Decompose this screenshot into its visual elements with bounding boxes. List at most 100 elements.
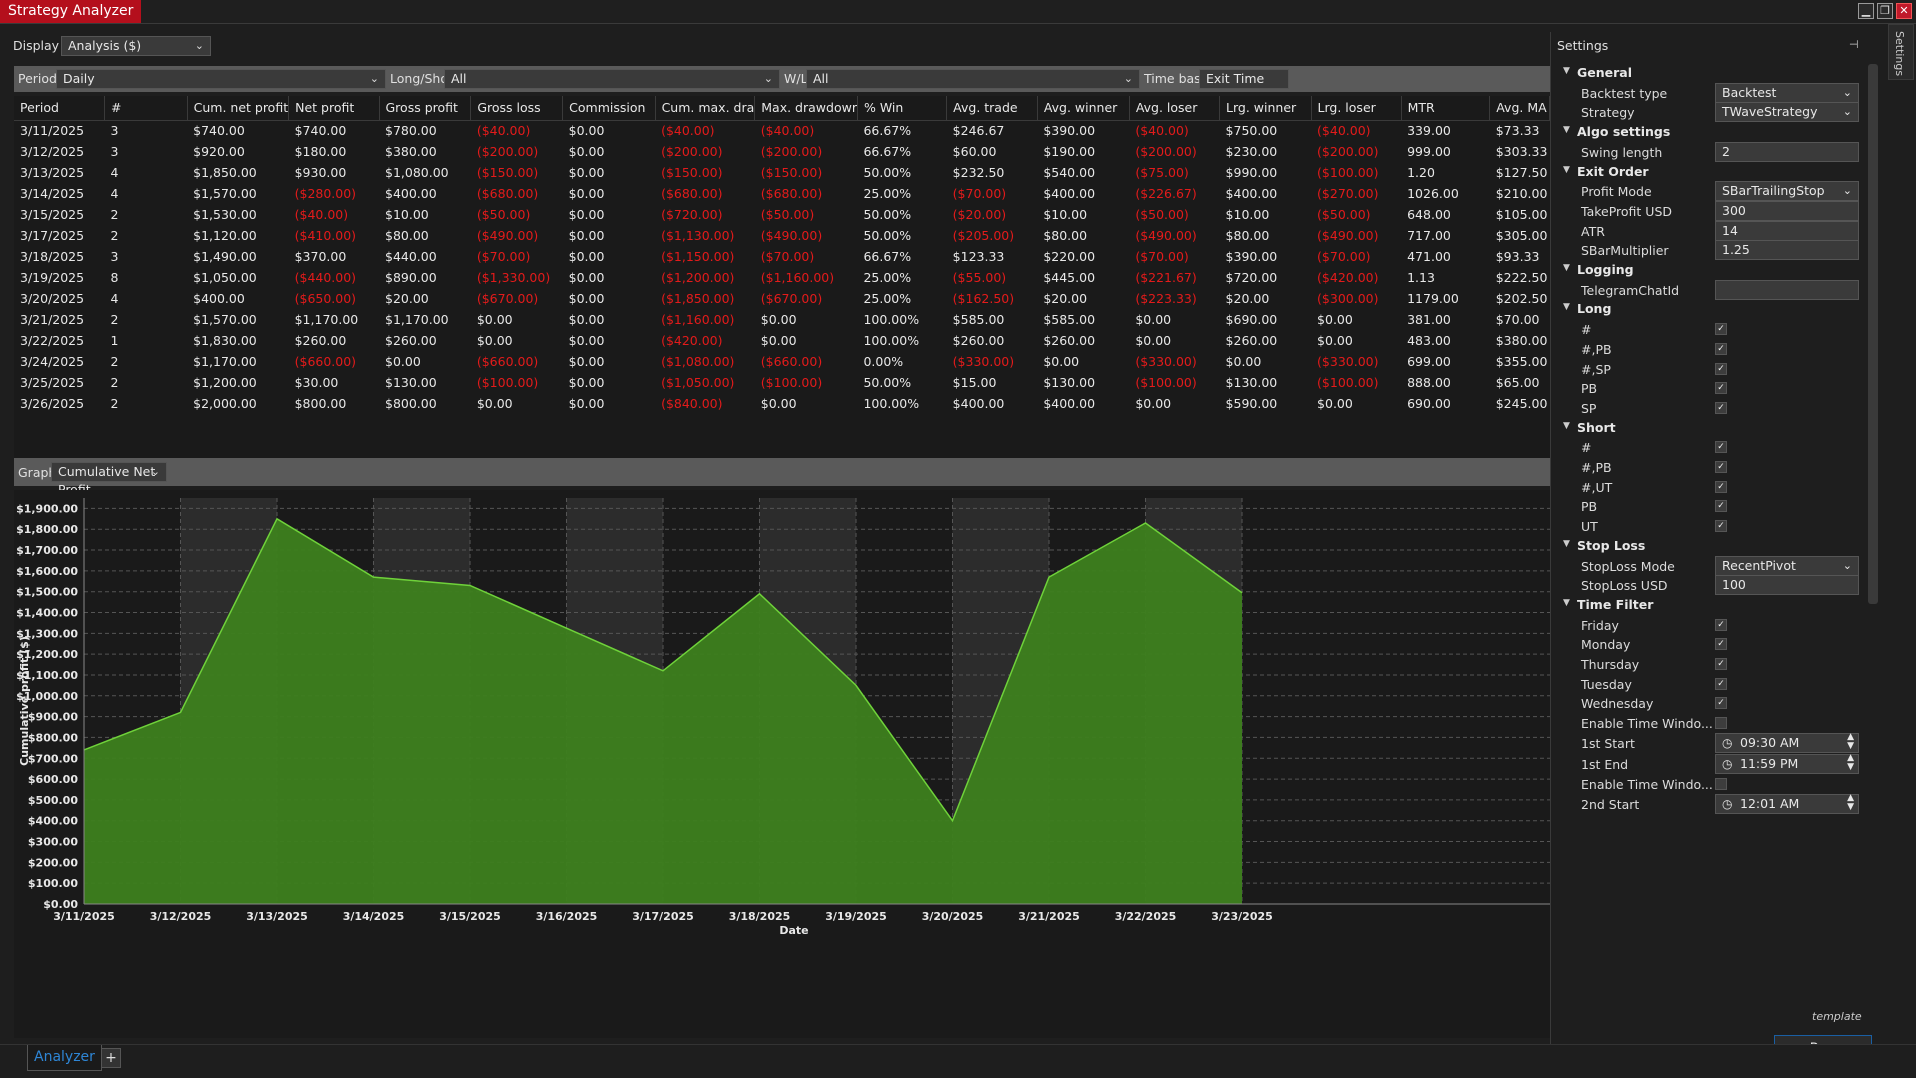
column-header[interactable]: #: [104, 96, 188, 121]
column-header[interactable]: Avg. loser: [1129, 96, 1221, 121]
table-cell: ($1,160.00): [760, 270, 835, 285]
collapse-triangle-icon[interactable]: ▼: [1563, 165, 1570, 175]
table-cell: ($50.00): [1317, 207, 1371, 222]
table-row[interactable]: 3/22/2025 1 $1,830.00 $260.00 $260.00 $0.00 $0…: [14, 330, 1550, 351]
column-header[interactable]: Lrg. loser: [1311, 96, 1402, 121]
table-row[interactable]: 3/26/2025 2 $2,000.00 $800.00 $800.00 $0.00 $0…: [14, 393, 1550, 414]
table-row[interactable]: 3/12/2025 3 $920.00 $180.00 $380.00 ($200.00)…: [14, 141, 1550, 162]
column-header[interactable]: MTR: [1401, 96, 1491, 121]
settings-scroll-thumb[interactable]: [1868, 64, 1878, 604]
property-checkbox[interactable]: ✓: [1715, 382, 1727, 395]
table-row[interactable]: 3/24/2025 2 $1,170.00 ($660.00) $0.00 ($660.0…: [14, 351, 1550, 372]
table-cell: $0.00: [476, 396, 513, 411]
property-select[interactable]: RecentPivot ⌄: [1715, 555, 1859, 576]
column-header[interactable]: Cum. net profit: [187, 96, 290, 121]
column-header[interactable]: Avg. MA: [1489, 96, 1550, 121]
property-checkbox[interactable]: [1715, 717, 1727, 730]
collapse-triangle-icon[interactable]: ▼: [1563, 125, 1570, 135]
property-checkbox[interactable]: ✓: [1715, 638, 1727, 651]
collapse-triangle-icon[interactable]: ▼: [1563, 263, 1570, 273]
table-row[interactable]: 3/14/2025 4 $1,570.00 ($280.00) $400.00 ($680…: [14, 183, 1550, 204]
column-header[interactable]: Gross loss: [470, 96, 564, 121]
table-row[interactable]: 3/20/2025 4 $400.00 ($650.00) $20.00 ($670.00…: [14, 288, 1550, 309]
longshort-select[interactable]: All ⌄: [444, 69, 780, 89]
property-time-picker[interactable]: ◷ 11:59 PM ▲ ▼: [1715, 753, 1859, 774]
property-checkbox[interactable]: ✓: [1715, 461, 1727, 473]
property-input[interactable]: 300: [1715, 200, 1859, 221]
property-checkbox[interactable]: ✓: [1715, 697, 1727, 710]
property-checkbox[interactable]: ✓: [1715, 480, 1727, 493]
property-checkbox[interactable]: [1715, 778, 1727, 791]
property-select[interactable]: SBarTrailingStop ⌄: [1715, 181, 1859, 202]
property-input[interactable]: [1715, 279, 1859, 300]
column-header[interactable]: % Win: [857, 96, 948, 121]
table-cell: 381.00: [1407, 312, 1451, 327]
property-time-picker[interactable]: ◷ 09:30 AM ▲ ▼: [1715, 732, 1859, 753]
table-row[interactable]: 3/25/2025 2 $1,200.00 $30.00 $130.00 ($100.00…: [14, 372, 1550, 393]
spinner-icon[interactable]: ▲ ▼: [1847, 794, 1854, 812]
property-checkbox[interactable]: ✓: [1715, 362, 1727, 375]
add-tab-button[interactable]: +: [101, 1048, 121, 1068]
table-cell: ($70.00): [1135, 249, 1189, 264]
wl-select[interactable]: All ⌄: [806, 69, 1140, 89]
collapse-triangle-icon[interactable]: ▼: [1563, 598, 1570, 608]
pin-icon[interactable]: ⊣: [1849, 38, 1859, 51]
table-row[interactable]: 3/17/2025 2 $1,120.00 ($410.00) $80.00 ($490.…: [14, 225, 1550, 246]
property-input[interactable]: 14: [1715, 220, 1859, 241]
property-checkbox[interactable]: ✓: [1715, 658, 1727, 670]
column-header[interactable]: Commission: [562, 96, 656, 121]
property-input[interactable]: 2: [1715, 141, 1859, 162]
table-cell: $0.00: [760, 312, 797, 327]
collapse-triangle-icon[interactable]: ▼: [1563, 66, 1570, 76]
table-row[interactable]: 3/13/2025 4 $1,850.00 $930.00 $1,080.00 ($150…: [14, 162, 1550, 183]
collapse-triangle-icon[interactable]: ▼: [1563, 302, 1570, 312]
column-header[interactable]: Net profit: [288, 96, 380, 121]
table-row[interactable]: 3/15/2025 2 $1,530.00 ($40.00) $10.00 ($50.00…: [14, 204, 1550, 225]
results-grid[interactable]: Period # Cum. net profit Net profit Gross pr…: [14, 96, 1550, 476]
collapse-triangle-icon[interactable]: ▼: [1563, 539, 1570, 549]
column-header[interactable]: Cum. max. dra: [655, 96, 756, 121]
column-header[interactable]: Avg. winner: [1037, 96, 1130, 121]
column-header[interactable]: Lrg. winner: [1219, 96, 1312, 121]
spinner-icon[interactable]: ▲ ▼: [1847, 753, 1854, 772]
display-select[interactable]: Analysis ($) ⌄: [61, 36, 211, 56]
template-link[interactable]: template: [1812, 1010, 1862, 1023]
timebase-select[interactable]: Exit Time: [1199, 69, 1289, 89]
property-checkbox[interactable]: ✓: [1715, 677, 1727, 690]
table-cell: 471.00: [1407, 249, 1451, 264]
table-row[interactable]: 3/19/2025 8 $1,050.00 ($440.00) $890.00 ($1,3…: [14, 267, 1550, 288]
table-cell: $10.00: [385, 207, 429, 222]
table-row[interactable]: 3/11/2025 3 $740.00 $740.00 $780.00 ($40.00) $…: [14, 120, 1550, 141]
column-header[interactable]: Max. drawdowr: [754, 96, 858, 121]
table-cell: $400.00: [193, 291, 245, 306]
settings-side-tab[interactable]: Settings: [1888, 24, 1914, 80]
column-header[interactable]: Avg. trade: [946, 96, 1038, 121]
table-row[interactable]: 3/21/2025 2 $1,570.00 $1,170.00 $1,170.00 $0.…: [14, 309, 1550, 330]
graph-select[interactable]: Cumulative Net Profit⌄: [51, 462, 167, 497]
property-input[interactable]: 100: [1715, 575, 1859, 596]
property-checkbox[interactable]: ✓: [1715, 618, 1727, 631]
property-input[interactable]: 1.25: [1715, 240, 1859, 261]
property-select[interactable]: Backtest ⌄: [1715, 82, 1859, 103]
property-checkbox[interactable]: ✓: [1715, 323, 1727, 336]
tab-analyzer[interactable]: Analyzer: [27, 1045, 102, 1071]
property-checkbox[interactable]: ✓: [1715, 500, 1727, 513]
property-checkbox[interactable]: ✓: [1715, 401, 1727, 414]
property-checkbox[interactable]: ✓: [1715, 520, 1727, 533]
column-header[interactable]: Period: [14, 96, 105, 121]
table-row[interactable]: 3/18/2025 3 $1,490.00 $370.00 $440.00 ($70.00…: [14, 246, 1550, 267]
table-cell: $2,000.00: [193, 396, 257, 411]
close-icon[interactable]: ✕: [1896, 3, 1912, 19]
table-cell: ($70.00): [952, 186, 1007, 201]
property-select[interactable]: TWaveStrategy ⌄: [1715, 102, 1859, 123]
restore-icon[interactable]: ❐: [1877, 3, 1893, 19]
collapse-triangle-icon[interactable]: ▼: [1563, 421, 1570, 431]
period-select[interactable]: Daily ⌄: [56, 69, 386, 89]
column-header[interactable]: Gross profit: [379, 96, 472, 121]
table-cell: ($660.00): [294, 354, 357, 369]
property-time-picker[interactable]: ◷ 12:01 AM ▲ ▼: [1715, 794, 1859, 815]
spinner-icon[interactable]: ▲ ▼: [1847, 732, 1854, 751]
property-checkbox[interactable]: ✓: [1715, 441, 1727, 454]
property-checkbox[interactable]: ✓: [1715, 342, 1727, 355]
minimize-icon[interactable]: ▁: [1858, 3, 1874, 19]
